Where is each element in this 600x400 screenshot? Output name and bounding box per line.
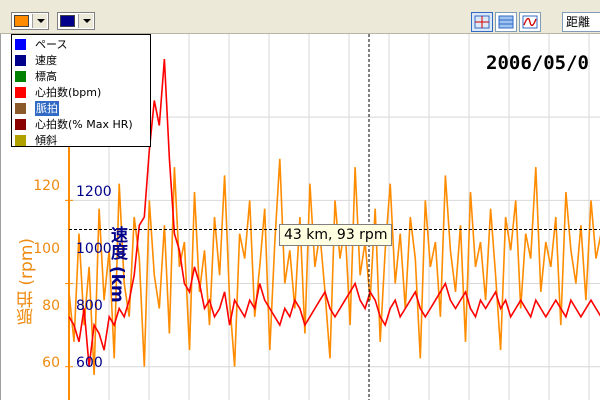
series-option-label: 速度 xyxy=(35,54,57,67)
secondary-color-picker[interactable] xyxy=(57,12,95,30)
series-option-label: 心拍数(bpm) xyxy=(35,86,102,99)
series-option-label: 標高 xyxy=(35,70,57,83)
chevron-down-icon[interactable] xyxy=(32,14,47,28)
speed-tick-label: 1200 xyxy=(76,184,112,200)
horizontal-lines-icon xyxy=(498,15,514,29)
series-color-swatch xyxy=(15,119,26,130)
series-option-elevation[interactable]: 標高 xyxy=(13,69,149,84)
speed-tick-label: 600 xyxy=(76,355,103,371)
series-option-label: 心拍数(% Max HR) xyxy=(35,118,133,131)
series-option-pace[interactable]: ペース xyxy=(13,37,149,52)
pulse-tick-label: 100 xyxy=(33,241,60,257)
chevron-down-icon[interactable] xyxy=(78,14,93,28)
series-option-pulse[interactable]: 脈拍 xyxy=(13,101,149,116)
crosshair-tooltip: 43 km, 93 rpm xyxy=(279,224,393,246)
toolbar: 距離 xyxy=(0,0,600,34)
series-color-swatch xyxy=(15,55,26,66)
speed-tick-label: 800 xyxy=(76,298,103,314)
series-color-swatch xyxy=(15,103,26,114)
series-option-heart-rate-max[interactable]: 心拍数(% Max HR) xyxy=(13,117,149,132)
series-option-grade[interactable]: 傾斜 xyxy=(13,133,149,148)
series-color-swatch xyxy=(15,135,26,146)
wave-icon xyxy=(522,15,538,29)
primary-color-picker[interactable] xyxy=(11,12,49,30)
series-color-swatch xyxy=(15,39,26,50)
series-option-label: 脈拍 xyxy=(35,101,59,116)
pulse-tick-label: 80 xyxy=(42,298,60,314)
primary-color-swatch xyxy=(14,15,29,27)
gridlines-tool-button[interactable] xyxy=(495,12,517,32)
series-option-label: 傾斜 xyxy=(35,134,57,147)
secondary-color-swatch xyxy=(60,15,75,27)
crosshair-tool-button[interactable] xyxy=(471,12,493,32)
pulse-tick-label: 120 xyxy=(33,178,60,194)
crosshair-icon xyxy=(474,15,490,29)
series-color-swatch xyxy=(15,87,26,98)
series-color-swatch xyxy=(15,71,26,82)
speed-tick-label: 1000 xyxy=(76,241,112,257)
series-option-label: ペース xyxy=(35,38,68,51)
series-dropdown-menu: ペース 速度 標高 心拍数(bpm) 脈拍 心拍数(% Max HR) 傾斜 xyxy=(11,34,151,147)
chart-date-title: 2006/05/0 xyxy=(486,52,589,74)
x-axis-unit-select[interactable]: 距離 xyxy=(562,12,600,32)
pulse-tick-label: 60 xyxy=(42,355,60,371)
series-option-speed[interactable]: 速度 xyxy=(13,53,149,68)
smoothing-tool-button[interactable] xyxy=(519,12,541,32)
series-option-heart-rate-bpm[interactable]: 心拍数(bpm) xyxy=(13,85,149,100)
